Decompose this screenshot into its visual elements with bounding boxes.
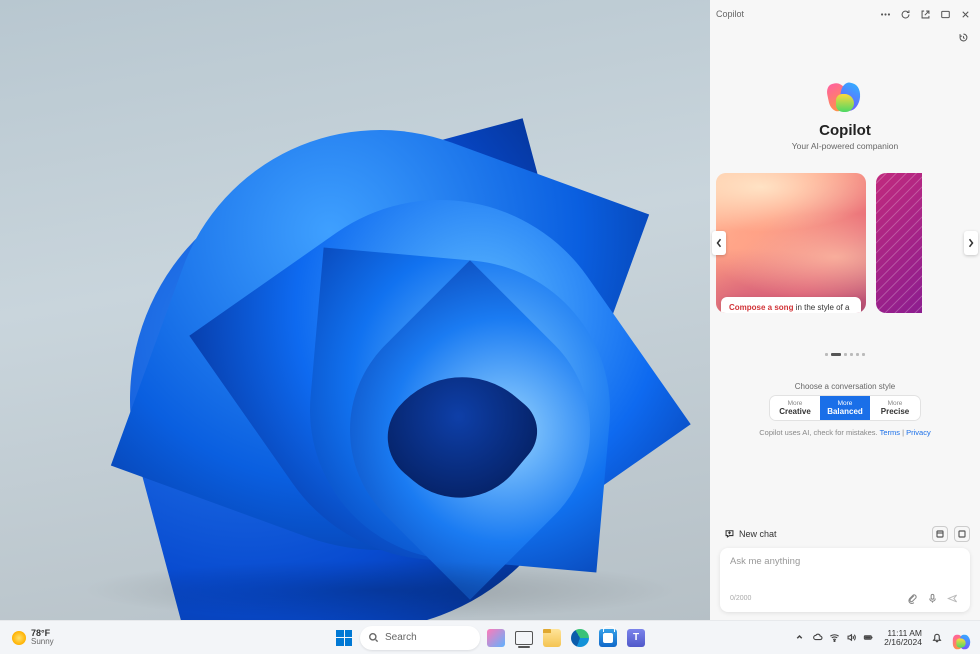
new-chat-button[interactable]: New chat <box>720 525 781 542</box>
close-button[interactable] <box>956 5 974 23</box>
system-tray[interactable] <box>808 632 878 643</box>
carousel-next-button[interactable] <box>964 231 978 255</box>
teams-button[interactable] <box>624 626 648 650</box>
search-icon <box>368 632 379 643</box>
task-view-icon <box>515 631 533 645</box>
windows-logo-icon <box>336 630 352 646</box>
send-button[interactable] <box>944 590 960 606</box>
onedrive-icon <box>812 632 823 643</box>
style-creative[interactable]: MoreCreative <box>770 396 820 420</box>
style-selector: MoreCreative MoreBalanced MorePrecise <box>770 396 920 420</box>
attach-button[interactable] <box>904 590 920 606</box>
style-balanced[interactable]: MoreBalanced <box>820 396 870 420</box>
dock-button[interactable] <box>936 5 954 23</box>
chat-input[interactable]: Ask me anything 0/2000 <box>720 548 970 612</box>
copilot-panel: Copilot Copilot Your AI-powered companio… <box>710 0 980 620</box>
disclaimer: Copilot uses AI, check for mistakes. Ter… <box>759 428 930 437</box>
carousel-dots <box>825 353 865 356</box>
task-view-button[interactable] <box>512 626 536 650</box>
chat-list-button[interactable] <box>932 526 948 542</box>
carousel-prev-button[interactable] <box>712 231 726 255</box>
teams-icon <box>627 629 645 647</box>
style-label: Choose a conversation style <box>795 382 896 391</box>
sun-icon <box>12 631 26 645</box>
suggestion-prompt[interactable]: Compose a song in the style of a Bollywo… <box>721 297 861 313</box>
copilot-window-title: Copilot <box>716 9 744 19</box>
terms-link[interactable]: Terms <box>880 428 900 437</box>
copilot-taskbar-button[interactable] <box>948 626 972 650</box>
battery-icon <box>863 632 874 643</box>
widgets-icon <box>487 629 505 647</box>
tray-overflow-button[interactable] <box>792 631 806 645</box>
carousel-card-next[interactable] <box>876 173 922 313</box>
copilot-tagline: Your AI-powered companion <box>792 141 898 151</box>
open-external-button[interactable] <box>916 5 934 23</box>
history-button[interactable] <box>954 28 972 46</box>
weather-cond: Sunny <box>31 638 54 646</box>
volume-icon <box>846 632 857 643</box>
weather-widget[interactable]: 78°F Sunny <box>8 627 58 648</box>
wifi-icon <box>829 632 840 643</box>
suggestion-carousel: Compose a song in the style of a Bollywo… <box>710 173 980 343</box>
copilot-icon <box>951 629 969 647</box>
new-chat-icon <box>724 528 735 539</box>
taskbar: 78°F Sunny Search 11:11 AM 2/16/2024 <box>0 620 980 654</box>
store-button[interactable] <box>596 626 620 650</box>
copilot-heading: Copilot <box>819 122 871 139</box>
carousel-card-current[interactable]: Compose a song in the style of a Bollywo… <box>716 173 866 313</box>
style-precise[interactable]: MorePrecise <box>870 396 920 420</box>
taskbar-search[interactable]: Search <box>360 626 480 650</box>
mic-button[interactable] <box>924 590 940 606</box>
chat-settings-button[interactable] <box>954 526 970 542</box>
char-counter: 0/2000 <box>730 595 751 602</box>
file-explorer-icon <box>543 629 561 647</box>
suggestion-highlight: Compose a song <box>729 303 793 312</box>
edge-icon <box>571 629 589 647</box>
store-icon <box>599 629 617 647</box>
widgets-button[interactable] <box>484 626 508 650</box>
more-button[interactable] <box>876 5 894 23</box>
desktop-wallpaper <box>0 0 710 620</box>
refresh-button[interactable] <box>896 5 914 23</box>
edge-button[interactable] <box>568 626 592 650</box>
notifications-button[interactable] <box>928 626 946 650</box>
copilot-titlebar: Copilot <box>710 0 980 28</box>
clock[interactable]: 11:11 AM 2/16/2024 <box>880 629 926 647</box>
start-button[interactable] <box>332 626 356 650</box>
file-explorer-button[interactable] <box>540 626 564 650</box>
chat-input-placeholder: Ask me anything <box>730 556 960 578</box>
copilot-logo-icon <box>828 80 862 114</box>
privacy-link[interactable]: Privacy <box>906 428 931 437</box>
